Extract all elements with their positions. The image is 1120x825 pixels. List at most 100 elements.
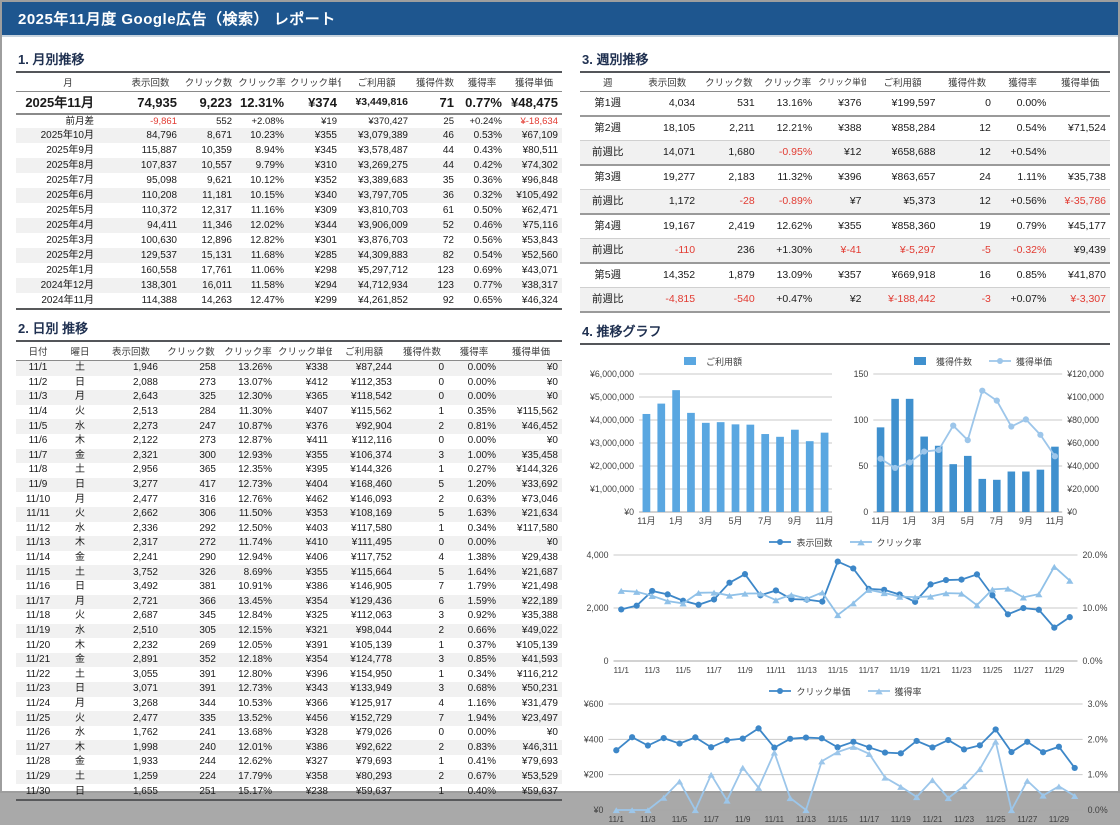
cell: ¥154,950 — [332, 667, 396, 682]
cell: 11/2 — [16, 376, 60, 391]
cell: ¥354 — [276, 595, 332, 610]
table-row: 11/4火2,51328411.30%¥407¥115,56210.35%¥11… — [16, 405, 562, 420]
cell: ¥3,578,487 — [341, 143, 412, 158]
cell: 13.52% — [220, 711, 276, 726]
cell: 11/5 — [16, 419, 60, 434]
cell: 0 — [396, 434, 448, 449]
cell: 0.46% — [458, 218, 506, 233]
column-header: クリック率 — [759, 73, 817, 92]
column-header: クリック単価 — [276, 342, 332, 361]
cell: 土 — [60, 667, 100, 682]
cell: 0 — [396, 726, 448, 741]
cell: 0.42% — [458, 158, 506, 173]
cell: ¥5,373 — [866, 190, 940, 215]
column-header: クリック数 — [162, 342, 220, 361]
cell: 12.50% — [220, 522, 276, 537]
svg-text:¥1,000,000: ¥1,000,000 — [589, 484, 634, 494]
cell: ¥115,562 — [332, 405, 396, 420]
cell: 11/10 — [16, 492, 60, 507]
cell: +0.07% — [995, 288, 1050, 313]
table-row: 11/30日1,65525115.17%¥238¥59,63710.40%¥59… — [16, 784, 562, 800]
cell: ¥338 — [276, 361, 332, 376]
svg-text:10.0%: 10.0% — [1083, 603, 1108, 613]
column-header: 表示回数 — [635, 73, 699, 92]
cell: ¥45,177 — [1050, 214, 1110, 239]
cell: ¥0 — [500, 536, 562, 551]
cell: ¥31,479 — [500, 697, 562, 712]
cell: 94,411 — [120, 218, 181, 233]
cell: 1,946 — [100, 361, 162, 376]
cell: 19 — [939, 214, 994, 239]
cell: 0.36% — [458, 173, 506, 188]
charts-row-1: ご利用額¥6,000,000¥5,000,000¥4,000,000¥3,000… — [580, 353, 1110, 527]
table-row: 11/11火2,66230611.50%¥353¥108,16951.63%¥2… — [16, 507, 562, 522]
cell: 100,630 — [120, 233, 181, 248]
cell: ¥23,497 — [500, 711, 562, 726]
table-row: 11/17月2,72136613.45%¥354¥129,43661.59%¥2… — [16, 595, 562, 610]
cell: 9,223 — [181, 92, 236, 115]
cell: 61 — [412, 203, 458, 218]
svg-text:7月: 7月 — [758, 516, 772, 526]
table-row: 11/9日3,27741712.73%¥404¥168,46051.20%¥33… — [16, 478, 562, 493]
cell: ¥35,388 — [500, 609, 562, 624]
svg-text:11/15: 11/15 — [828, 814, 849, 824]
cell: 11,181 — [181, 188, 236, 203]
cell: ¥0 — [500, 434, 562, 449]
cell: 1 — [396, 463, 448, 478]
cell: 12 — [939, 141, 994, 166]
cell: 71 — [412, 92, 458, 115]
cell: ¥352 — [288, 173, 341, 188]
cell: ¥-5,297 — [866, 239, 940, 264]
cell: 160,558 — [120, 263, 181, 278]
cell: 14,263 — [181, 293, 236, 309]
cell: ¥298 — [288, 263, 341, 278]
cell: 3 — [396, 609, 448, 624]
cell: ¥21,687 — [500, 565, 562, 580]
cell: ¥87,244 — [332, 361, 396, 376]
cell: 365 — [162, 463, 220, 478]
cell: 0 — [396, 376, 448, 391]
cell: ¥112,063 — [332, 609, 396, 624]
cell: ¥412 — [276, 376, 332, 391]
table-row: 11/8土2,95636512.35%¥395¥144,32610.27%¥14… — [16, 463, 562, 478]
cell: 366 — [162, 595, 220, 610]
column-header: 獲得件数 — [939, 73, 994, 92]
cell: 35 — [412, 173, 458, 188]
chart-legend: クリック単価獲得率 — [580, 683, 1110, 699]
section-title-charts: 4. 推移グラフ — [580, 321, 1110, 345]
cell: 2025年8月 — [16, 158, 120, 173]
cell: 3,268 — [100, 697, 162, 712]
cell: 2 — [396, 740, 448, 755]
cell: ¥62,471 — [506, 203, 562, 218]
cell: ¥146,905 — [332, 580, 396, 595]
cell: ¥355 — [288, 128, 341, 143]
cell: 第5週 — [580, 263, 635, 288]
cell: ¥49,022 — [500, 624, 562, 639]
svg-text:11/9: 11/9 — [737, 665, 753, 675]
title-bar: 2025年11月度 Google広告（検索） レポート — [2, 2, 1118, 37]
cell: 115,887 — [120, 143, 181, 158]
cell: +0.56% — [995, 190, 1050, 215]
cell: 381 — [162, 580, 220, 595]
cell: 木 — [60, 638, 100, 653]
cell: 19,277 — [635, 165, 699, 190]
section-title-monthly: 1. 月別推移 — [16, 49, 562, 73]
cell: 12.02% — [236, 218, 288, 233]
cell: ¥3,079,389 — [341, 128, 412, 143]
column-header: 獲得率 — [458, 73, 506, 92]
column-header: 曜日 — [60, 342, 100, 361]
svg-text:¥0: ¥0 — [623, 507, 634, 517]
cell: ¥98,044 — [332, 624, 396, 639]
cell: 0.54% — [995, 116, 1050, 141]
cell: ¥105,139 — [500, 638, 562, 653]
conversions-cpa-chart: 獲得件数獲得単価150100500¥120,000¥100,000¥80,000… — [850, 353, 1110, 527]
cell: ¥355 — [816, 214, 865, 239]
svg-text:¥20,000: ¥20,000 — [1066, 484, 1099, 494]
cell: ¥404 — [276, 478, 332, 493]
cell: 2,662 — [100, 507, 162, 522]
cell: 11.06% — [236, 263, 288, 278]
cell: 1,933 — [100, 755, 162, 770]
cell: -28 — [699, 190, 759, 215]
cell: ¥374 — [288, 92, 341, 115]
cell: ¥669,918 — [866, 263, 940, 288]
